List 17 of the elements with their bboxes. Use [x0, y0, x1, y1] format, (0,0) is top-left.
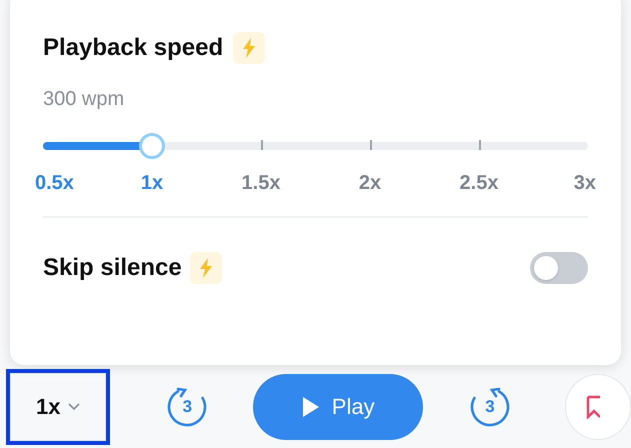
play-icon	[302, 396, 320, 418]
slider-thumb[interactable]	[139, 133, 165, 159]
forward-button[interactable]: 3	[467, 384, 513, 430]
section-title: Playback speed	[43, 33, 224, 63]
speed-label[interactable]: 2x	[358, 168, 382, 198]
speed-label[interactable]: 2.5x	[460, 168, 498, 198]
speed-reading: 300 wpm	[43, 87, 124, 112]
play-button[interactable]: Play	[253, 374, 423, 440]
speed-label[interactable]: 3x	[574, 168, 596, 198]
speed-label[interactable]: 0.5x	[35, 168, 74, 198]
toggle-switch[interactable]	[530, 252, 588, 284]
speed-label[interactable]: 1.5x	[242, 168, 280, 198]
skip-silence-label: Skip silence	[43, 253, 182, 283]
caret-icon	[68, 402, 80, 410]
speed-label[interactable]: 1x	[140, 168, 164, 198]
bookmark-icon	[586, 394, 600, 418]
rewind-button[interactable]: 3	[164, 384, 210, 430]
